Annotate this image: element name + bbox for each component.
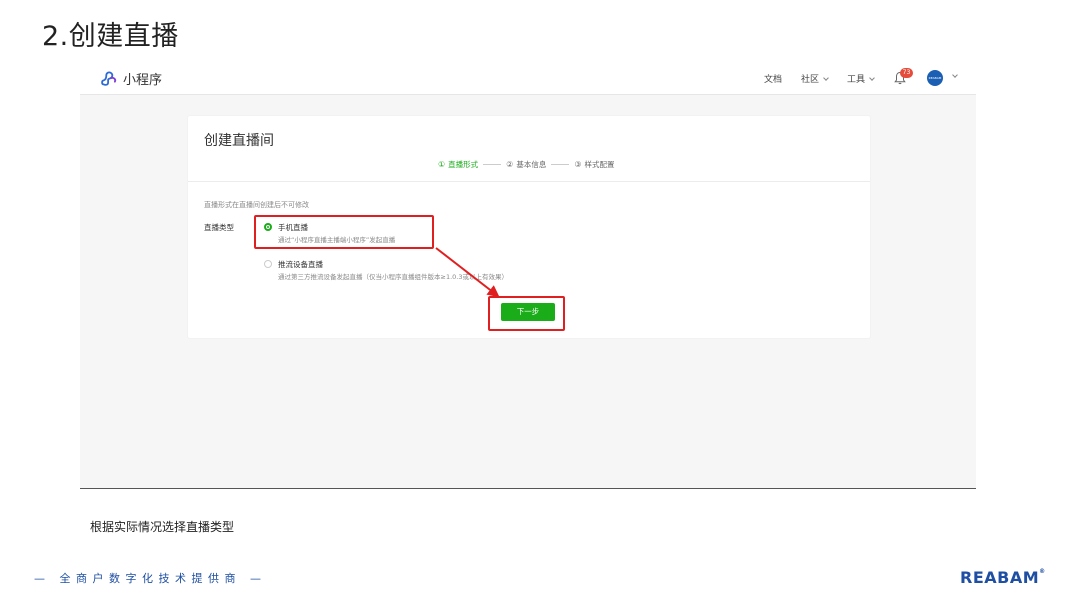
step-style-config: ③ 样式配置 [574, 159, 614, 170]
nav-tools-label: 工具 [847, 75, 866, 85]
top-navbar: 小程序 文档 社区 工具 73 REABAM [80, 62, 976, 95]
nav-community[interactable]: 社区 [801, 72, 829, 85]
step-basic-info: ② 基本信息 [506, 159, 546, 170]
step-indicator: ① 直播形式 ② 基本信息 ③ 样式配置 [438, 159, 615, 170]
footer-brand-logo: REABAM® [960, 568, 1046, 587]
step-label: 样式配置 [584, 160, 615, 169]
chevron-down-icon[interactable] [952, 72, 958, 78]
step-connector [483, 164, 502, 165]
option-title: 推流设备直播 [278, 260, 323, 269]
step-number: ③ [574, 160, 582, 169]
step-number: ① [438, 160, 446, 169]
option-desc: 通过第三方推流设备发起直播（仅当小程序直播组件版本≥1.0.3或以上有效果） [278, 273, 508, 281]
step-connector [551, 164, 570, 165]
divider [188, 181, 870, 182]
live-type-label: 直播类型 [204, 223, 234, 232]
chevron-down-icon [869, 74, 875, 81]
avatar[interactable]: REABAM [927, 70, 943, 86]
radio-stream-device-live[interactable] [264, 260, 272, 268]
chevron-down-icon [823, 74, 829, 81]
highlight-box-mobile-live [254, 215, 434, 249]
nav-community-label: 社区 [801, 75, 820, 85]
step-label: 直播形式 [448, 160, 479, 169]
nav-tools[interactable]: 工具 [847, 72, 875, 85]
app-logo[interactable]: 小程序 [100, 69, 162, 88]
brand-text: REABAM [960, 568, 1040, 587]
screenshot-frame: 小程序 文档 社区 工具 73 REABAM 创建直播间 ① 直播形式 ② 基本… [80, 62, 976, 489]
card-title: 创建直播间 [204, 133, 274, 149]
nav-docs[interactable]: 文档 [764, 72, 782, 85]
highlight-box-next-button [488, 296, 565, 331]
step-live-format: ① 直播形式 [438, 159, 478, 170]
format-hint: 直播形式在直播间创建后不可修改 [204, 201, 309, 209]
slide-caption: 根据实际情况选择直播类型 [90, 520, 235, 534]
app-name: 小程序 [123, 73, 163, 88]
nav-docs-label: 文档 [764, 75, 783, 85]
mini-program-logo-icon [101, 71, 117, 86]
step-label: 基本信息 [516, 160, 547, 169]
registered-mark: ® [1039, 568, 1046, 575]
footer-tagline: — 全商户数字化技术提供商 — [34, 572, 267, 585]
step-number: ② [506, 160, 514, 169]
notification-badge: 73 [900, 68, 913, 78]
slide-title: 2.创建直播 [42, 21, 179, 52]
